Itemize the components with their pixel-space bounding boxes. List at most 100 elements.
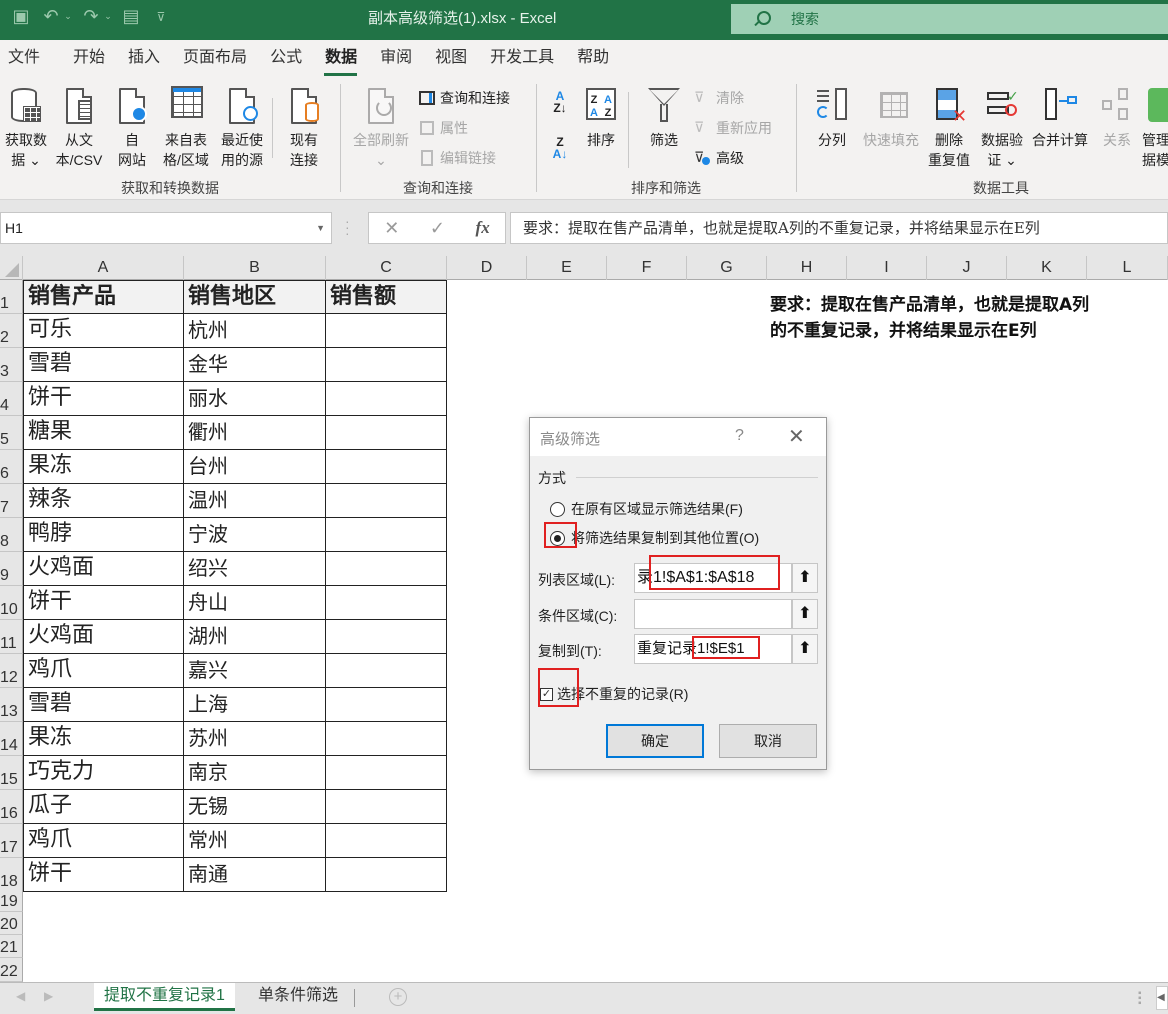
table-cell[interactable]: 果冻 — [23, 450, 184, 484]
manage-data-model-button[interactable]: 管理 据模 — [1142, 86, 1168, 170]
tab-page-layout[interactable]: 页面布局 — [171, 40, 258, 78]
reapply-button[interactable]: ⊽ 重新应用 — [694, 117, 772, 139]
properties-button[interactable]: 属性 — [418, 117, 468, 139]
column-header-I[interactable]: I — [847, 256, 927, 280]
form-icon[interactable]: ▤ — [120, 6, 142, 27]
customize-qat-icon[interactable]: ⊽ — [150, 10, 172, 24]
column-header-B[interactable]: B — [184, 256, 326, 280]
next-sheet-icon[interactable]: ▶ — [44, 989, 53, 1003]
prev-sheet-icon[interactable]: ◀ — [16, 989, 25, 1003]
data-validation-button[interactable]: ✓ 数据验 证 ⌄ — [976, 86, 1028, 170]
table-cell[interactable]: 丽水 — [184, 382, 326, 416]
column-header-L[interactable]: L — [1087, 256, 1168, 280]
row-header-22[interactable]: 22 — [0, 958, 23, 982]
table-cell[interactable]: 南通 — [184, 858, 326, 892]
table-cell[interactable]: 常州 — [184, 824, 326, 858]
redo-icon[interactable]: ↷ — [80, 6, 102, 27]
column-header-E[interactable]: E — [527, 256, 607, 280]
row-header-9[interactable]: 9 — [0, 552, 23, 586]
add-sheet-icon[interactable]: + — [389, 988, 407, 1006]
table-cell[interactable]: 辣条 — [23, 484, 184, 518]
select-all-button[interactable] — [0, 256, 23, 280]
row-header-10[interactable]: 10 — [0, 586, 23, 620]
tab-file[interactable]: 文件 — [0, 40, 51, 78]
flash-fill-button[interactable]: 快速填充 — [858, 86, 924, 150]
table-cell[interactable]: 舟山 — [184, 586, 326, 620]
row-header-3[interactable]: 3 — [0, 348, 23, 382]
radio-button-selected[interactable] — [550, 530, 565, 546]
table-cell[interactable]: 衢州 — [184, 416, 326, 450]
row-header-6[interactable]: 6 — [0, 450, 23, 484]
table-cell[interactable] — [326, 484, 447, 518]
from-web-button[interactable]: 自 网站 — [112, 86, 152, 170]
scroll-left-icon[interactable]: ◀ — [1156, 986, 1168, 1010]
row-header-21[interactable]: 21 — [0, 935, 23, 958]
table-cell[interactable]: 杭州 — [184, 314, 326, 348]
drag-handle-icon[interactable]: · · · — [345, 214, 350, 240]
column-header-G[interactable]: G — [687, 256, 767, 280]
table-cell[interactable] — [326, 858, 447, 892]
table-cell[interactable]: 雪碧 — [23, 348, 184, 382]
table-cell[interactable] — [326, 416, 447, 450]
table-cell[interactable]: 可乐 — [23, 314, 184, 348]
chevron-down-icon[interactable]: ▼ — [316, 213, 325, 243]
row-header-17[interactable]: 17 — [0, 824, 23, 858]
tab-developer[interactable]: 开发工具 — [478, 40, 565, 78]
table-cell[interactable] — [326, 620, 447, 654]
tab-formulas[interactable]: 公式 — [258, 40, 313, 78]
row-header-1[interactable]: 1 — [0, 280, 23, 314]
tab-review[interactable]: 审阅 — [368, 40, 423, 78]
table-cell[interactable]: 苏州 — [184, 722, 326, 756]
tab-data[interactable]: 数据 — [313, 40, 368, 78]
row-header-7[interactable]: 7 — [0, 484, 23, 518]
get-data-button[interactable]: 获取数 据 ⌄ — [2, 86, 50, 170]
consolidate-button[interactable]: 合并计算 — [1028, 86, 1092, 150]
table-cell[interactable]: 火鸡面 — [23, 552, 184, 586]
sheet-tab-extract-unique[interactable]: 提取不重复记录1 — [94, 983, 235, 1011]
table-cell[interactable]: 温州 — [184, 484, 326, 518]
row-header-12[interactable]: 12 — [0, 654, 23, 688]
sort-ascending-button[interactable]: A Z↓ — [548, 90, 572, 114]
clear-filter-button[interactable]: ⊽ 清除 — [694, 87, 744, 109]
cancel-button[interactable]: 取消 — [719, 724, 817, 758]
row-header-19[interactable]: 19 — [0, 890, 23, 912]
recent-sources-button[interactable]: 最近使 用的源 — [214, 86, 270, 170]
text-to-columns-button[interactable]: 分列 — [812, 86, 852, 150]
table-cell[interactable] — [326, 824, 447, 858]
table-cell[interactable] — [326, 688, 447, 722]
table-cell[interactable] — [326, 722, 447, 756]
ok-button[interactable]: 确定 — [606, 724, 704, 758]
collapse-list-range-icon[interactable]: ⬆ — [792, 563, 818, 593]
refresh-all-button[interactable]: 全部刷新 ⌄ — [348, 86, 414, 170]
insert-function-icon[interactable]: fx — [476, 218, 490, 238]
close-icon[interactable]: ✕ — [788, 424, 805, 449]
from-text-csv-button[interactable]: 从文 本/CSV — [52, 86, 106, 170]
redo-dropdown-icon[interactable]: ⌄ — [104, 11, 112, 22]
formula-input[interactable]: 要求：提取在售产品清单，也就是提取A列的不重复记录，并将结果显示在E列 — [510, 212, 1168, 244]
table-cell[interactable]: 绍兴 — [184, 552, 326, 586]
table-cell[interactable] — [326, 654, 447, 688]
unique-records-checkbox-row[interactable]: ✓ 选择不重复的记录(R) — [540, 684, 688, 704]
scroll-split-handle[interactable]: ▪ ▪ ▪ — [1138, 989, 1142, 1009]
sort-descending-button[interactable]: Z A↓ — [548, 136, 572, 160]
existing-connections-button[interactable]: 现有 连接 — [282, 86, 326, 170]
sheet-tab-single-filter[interactable]: 单条件筛选 — [248, 983, 348, 1011]
table-cell[interactable]: 嘉兴 — [184, 654, 326, 688]
table-cell[interactable]: 南京 — [184, 756, 326, 790]
table-cell[interactable]: 饼干 — [23, 858, 184, 892]
sort-button[interactable]: ZAAZ 排序 — [582, 86, 620, 150]
help-icon[interactable]: ? — [735, 427, 744, 445]
header-cell[interactable]: 销售额 — [326, 280, 447, 314]
name-box[interactable]: H1 ▼ — [0, 212, 332, 244]
header-cell[interactable]: 销售产品 — [23, 280, 184, 314]
table-cell[interactable]: 巧克力 — [23, 756, 184, 790]
table-cell[interactable]: 金华 — [184, 348, 326, 382]
header-cell[interactable]: 销售地区 — [184, 280, 326, 314]
table-cell[interactable] — [326, 518, 447, 552]
column-header-K[interactable]: K — [1007, 256, 1087, 280]
cancel-icon[interactable]: ✕ — [384, 218, 399, 239]
table-cell[interactable] — [326, 586, 447, 620]
collapse-copy-to-icon[interactable]: ⬆ — [792, 634, 818, 664]
table-cell[interactable]: 宁波 — [184, 518, 326, 552]
row-header-8[interactable]: 8 — [0, 518, 23, 552]
